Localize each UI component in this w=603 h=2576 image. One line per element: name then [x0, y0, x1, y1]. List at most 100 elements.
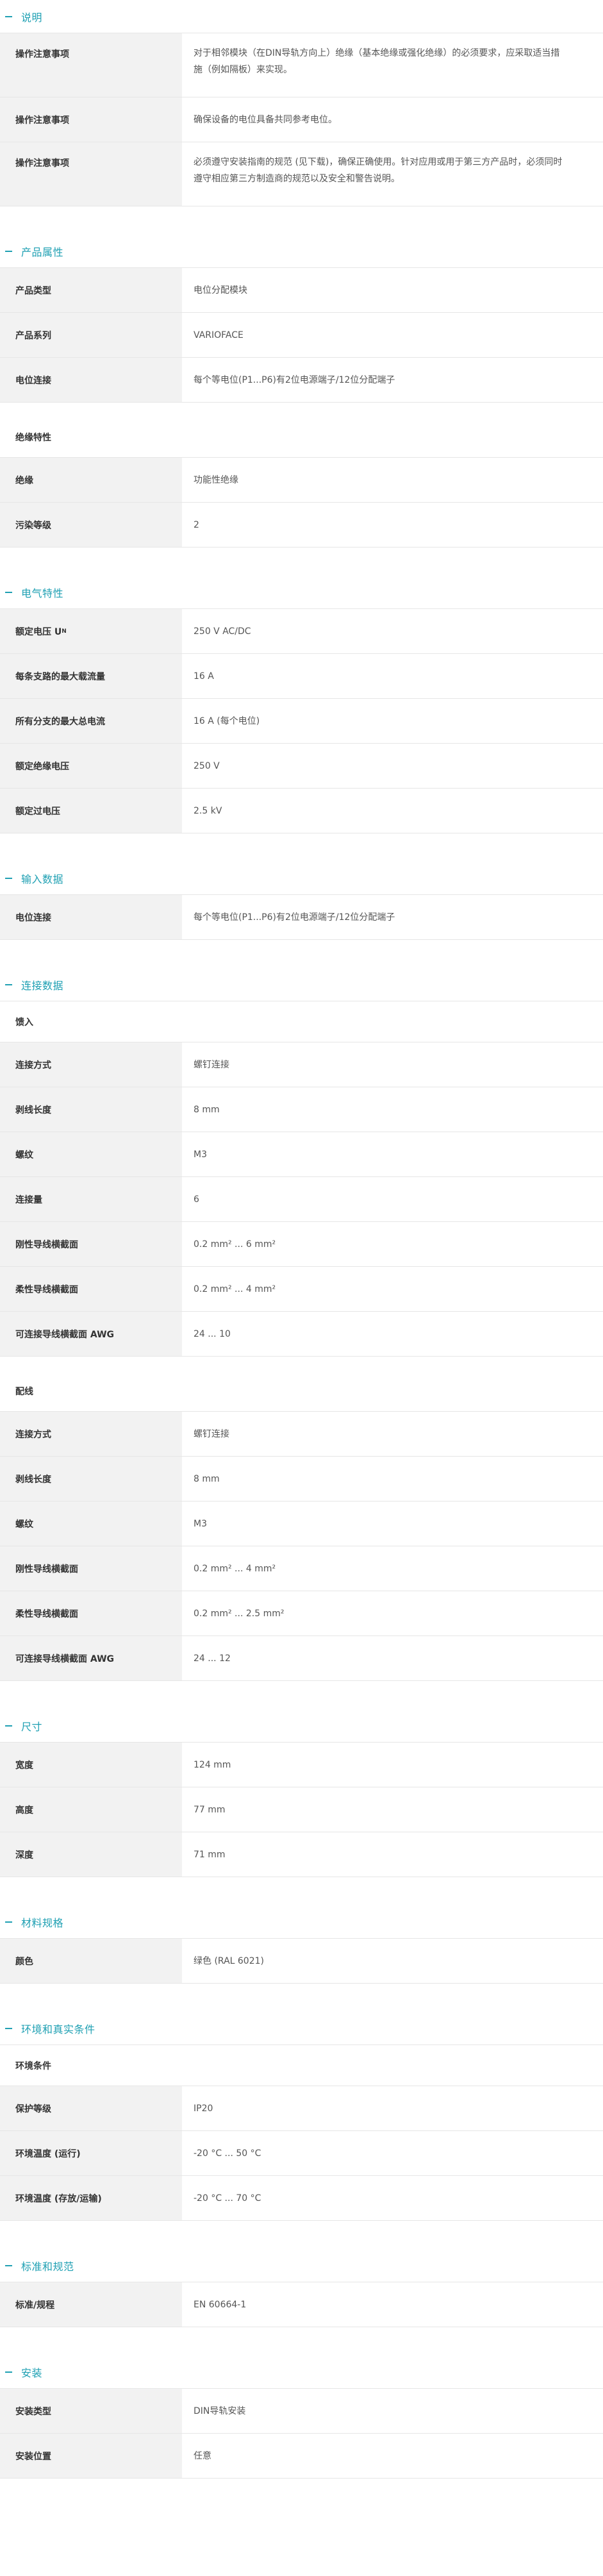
- spec-value: EN 60664-1: [194, 2299, 247, 2310]
- collapse-dash-icon[interactable]: [5, 1725, 12, 1727]
- spec-value: 71 mm: [194, 1849, 226, 1860]
- spec-value: 24 ... 10: [194, 1328, 231, 1339]
- section-title: 电气特性: [21, 587, 64, 599]
- spec-label: 连接量: [0, 1177, 182, 1221]
- section-header[interactable]: 材料规格: [0, 1905, 603, 1939]
- section-title: 标准和规范: [21, 2260, 74, 2273]
- section-connection-data: 连接数据 馈入 连接方式 螺钉连接 剥线长度 8 mm 螺纹 M3 连接量 6 …: [0, 968, 603, 1681]
- spec-value: 0.2 mm² ... 6 mm²: [194, 1239, 276, 1250]
- collapse-dash-icon[interactable]: [5, 983, 12, 985]
- spec-row: 额定绝缘电压 250 V: [0, 744, 603, 789]
- spec-row: 标准/规程 EN 60664-1: [0, 2282, 603, 2327]
- spec-row: 螺纹 M3: [0, 1132, 603, 1177]
- spec-value: VARIOFACE: [194, 330, 244, 340]
- spec-row: 刚性导线横截面 0.2 mm² ... 6 mm²: [0, 1222, 603, 1267]
- spec-value: 每个等电位(P1...P6)有2位电源端子/12位分配端子: [194, 374, 395, 385]
- spec-label: 连接方式: [0, 1042, 182, 1087]
- spec-value: 功能性绝缘: [194, 474, 238, 485]
- collapse-dash-icon[interactable]: [5, 2264, 12, 2266]
- spec-label: 额定电压 UN: [0, 609, 182, 653]
- spec-row: 产品系列 VARIOFACE: [0, 313, 603, 358]
- section-header[interactable]: 环境和真实条件: [0, 2012, 603, 2045]
- section-header[interactable]: 说明: [0, 0, 603, 33]
- section-header[interactable]: 标准和规范: [0, 2249, 603, 2282]
- collapse-dash-icon[interactable]: [5, 877, 12, 879]
- section-header[interactable]: 电气特性: [0, 576, 603, 609]
- spec-label: 额定过电压: [0, 789, 182, 833]
- spec-label: 标准/规程: [0, 2282, 182, 2327]
- spec-row: 产品类型 电位分配模块: [0, 268, 603, 313]
- section-electrical: 电气特性 额定电压 UN 250 V AC/DC 每条支路的最大载流量 16 A…: [0, 576, 603, 833]
- spec-value: 电位分配模块: [194, 285, 247, 296]
- spec-row: 污染等级 2: [0, 503, 603, 548]
- spec-label: 安装位置: [0, 2434, 182, 2478]
- section-title: 输入数据: [21, 873, 64, 885]
- spec-label: 电位连接: [0, 895, 182, 939]
- spec-value: 16 A: [194, 671, 214, 682]
- spec-value: IP20: [194, 2103, 213, 2114]
- collapse-dash-icon[interactable]: [5, 250, 12, 252]
- spec-row: 颜色 绿色 (RAL 6021): [0, 1939, 603, 1984]
- spec-row: 安装类型 DIN导轨安装: [0, 2389, 603, 2434]
- spec-label: 环境温度 (运行): [0, 2131, 182, 2175]
- spec-row: 电位连接 每个等电位(P1...P6)有2位电源端子/12位分配端子: [0, 358, 603, 403]
- spec-label: 螺纹: [0, 1132, 182, 1176]
- section-header[interactable]: 尺寸: [0, 1709, 603, 1743]
- section-header[interactable]: 产品属性: [0, 235, 603, 268]
- spec-value: -20 °C ... 70 °C: [194, 2193, 261, 2204]
- spec-label: 环境温度 (存放/运输): [0, 2176, 182, 2220]
- spec-label: 绝缘: [0, 458, 182, 502]
- spec-value: 0.2 mm² ... 2.5 mm²: [194, 1608, 285, 1619]
- spec-row: 额定电压 UN 250 V AC/DC: [0, 609, 603, 654]
- spec-row: 电位连接 每个等电位(P1...P6)有2位电源端子/12位分配端子: [0, 895, 603, 940]
- spec-label: 柔性导线横截面: [0, 1591, 182, 1635]
- collapse-dash-icon[interactable]: [5, 15, 12, 17]
- subsection-title: 配线: [0, 1357, 603, 1412]
- section-header[interactable]: 安装: [0, 2355, 603, 2389]
- spec-row: 每条支路的最大载流量 16 A: [0, 654, 603, 699]
- spec-row: 保护等级 IP20: [0, 2086, 603, 2131]
- spec-label: 电位连接: [0, 358, 182, 402]
- spec-label: 高度: [0, 1787, 182, 1832]
- spec-value: 8 mm: [194, 1104, 220, 1115]
- spec-value: 250 V: [194, 760, 220, 771]
- collapse-dash-icon[interactable]: [5, 2371, 12, 2373]
- section-environment: 环境和真实条件 环境条件 保护等级 IP20 环境温度 (运行) -20 °C …: [0, 2012, 603, 2221]
- spec-label: 可连接导线横截面 AWG: [0, 1312, 182, 1356]
- collapse-dash-icon[interactable]: [5, 591, 12, 593]
- spec-label: 可连接导线横截面 AWG: [0, 1636, 182, 1680]
- spec-label: 操作注意事项: [0, 97, 182, 142]
- spec-row: 刚性导线横截面 0.2 mm² ... 4 mm²: [0, 1546, 603, 1591]
- spec-label: 产品系列: [0, 313, 182, 357]
- section-material: 材料规格 颜色 绿色 (RAL 6021): [0, 1905, 603, 1984]
- collapse-dash-icon[interactable]: [5, 1921, 12, 1923]
- section-title: 安装: [21, 2366, 43, 2379]
- spec-value: 每个等电位(P1...P6)有2位电源端子/12位分配端子: [194, 912, 395, 923]
- spec-value: M3: [194, 1518, 207, 1529]
- section-title: 产品属性: [21, 246, 64, 258]
- collapse-dash-icon[interactable]: [5, 2027, 12, 2029]
- spec-row: 绝缘 功能性绝缘: [0, 458, 603, 503]
- spec-value: DIN导轨安装: [194, 2405, 246, 2416]
- spec-value: 确保设备的电位具备共同参考电位。: [194, 114, 337, 125]
- spec-row: 环境温度 (存放/运输) -20 °C ... 70 °C: [0, 2176, 603, 2221]
- spec-label: 螺纹: [0, 1501, 182, 1546]
- spec-row: 连接方式 螺钉连接: [0, 1042, 603, 1087]
- subsection-title: 环境条件: [0, 2045, 603, 2086]
- spec-label: 所有分支的最大总电流: [0, 699, 182, 743]
- section-header[interactable]: 输入数据: [0, 862, 603, 895]
- spec-value: 0.2 mm² ... 4 mm²: [194, 1284, 276, 1294]
- section-standards: 标准和规范 标准/规程 EN 60664-1: [0, 2249, 603, 2327]
- spec-label: 安装类型: [0, 2389, 182, 2433]
- section-installation: 安装 安装类型 DIN导轨安装 安装位置 任意: [0, 2355, 603, 2479]
- spec-row: 额定过电压 2.5 kV: [0, 789, 603, 833]
- spec-value: 任意: [194, 2450, 211, 2461]
- spec-row: 操作注意事项 对于相邻模块（在DIN导轨方向上）绝缘（基本绝缘或强化绝缘）的必须…: [0, 33, 603, 97]
- spec-label: 剥线长度: [0, 1087, 182, 1132]
- spec-row: 柔性导线横截面 0.2 mm² ... 4 mm²: [0, 1267, 603, 1312]
- spec-row: 可连接导线横截面 AWG 24 ... 10: [0, 1312, 603, 1357]
- spec-value: 124 mm: [194, 1759, 231, 1770]
- spec-label: 颜色: [0, 1939, 182, 1983]
- section-header[interactable]: 连接数据: [0, 968, 603, 1001]
- spec-value: -20 °C ... 50 °C: [194, 2148, 261, 2159]
